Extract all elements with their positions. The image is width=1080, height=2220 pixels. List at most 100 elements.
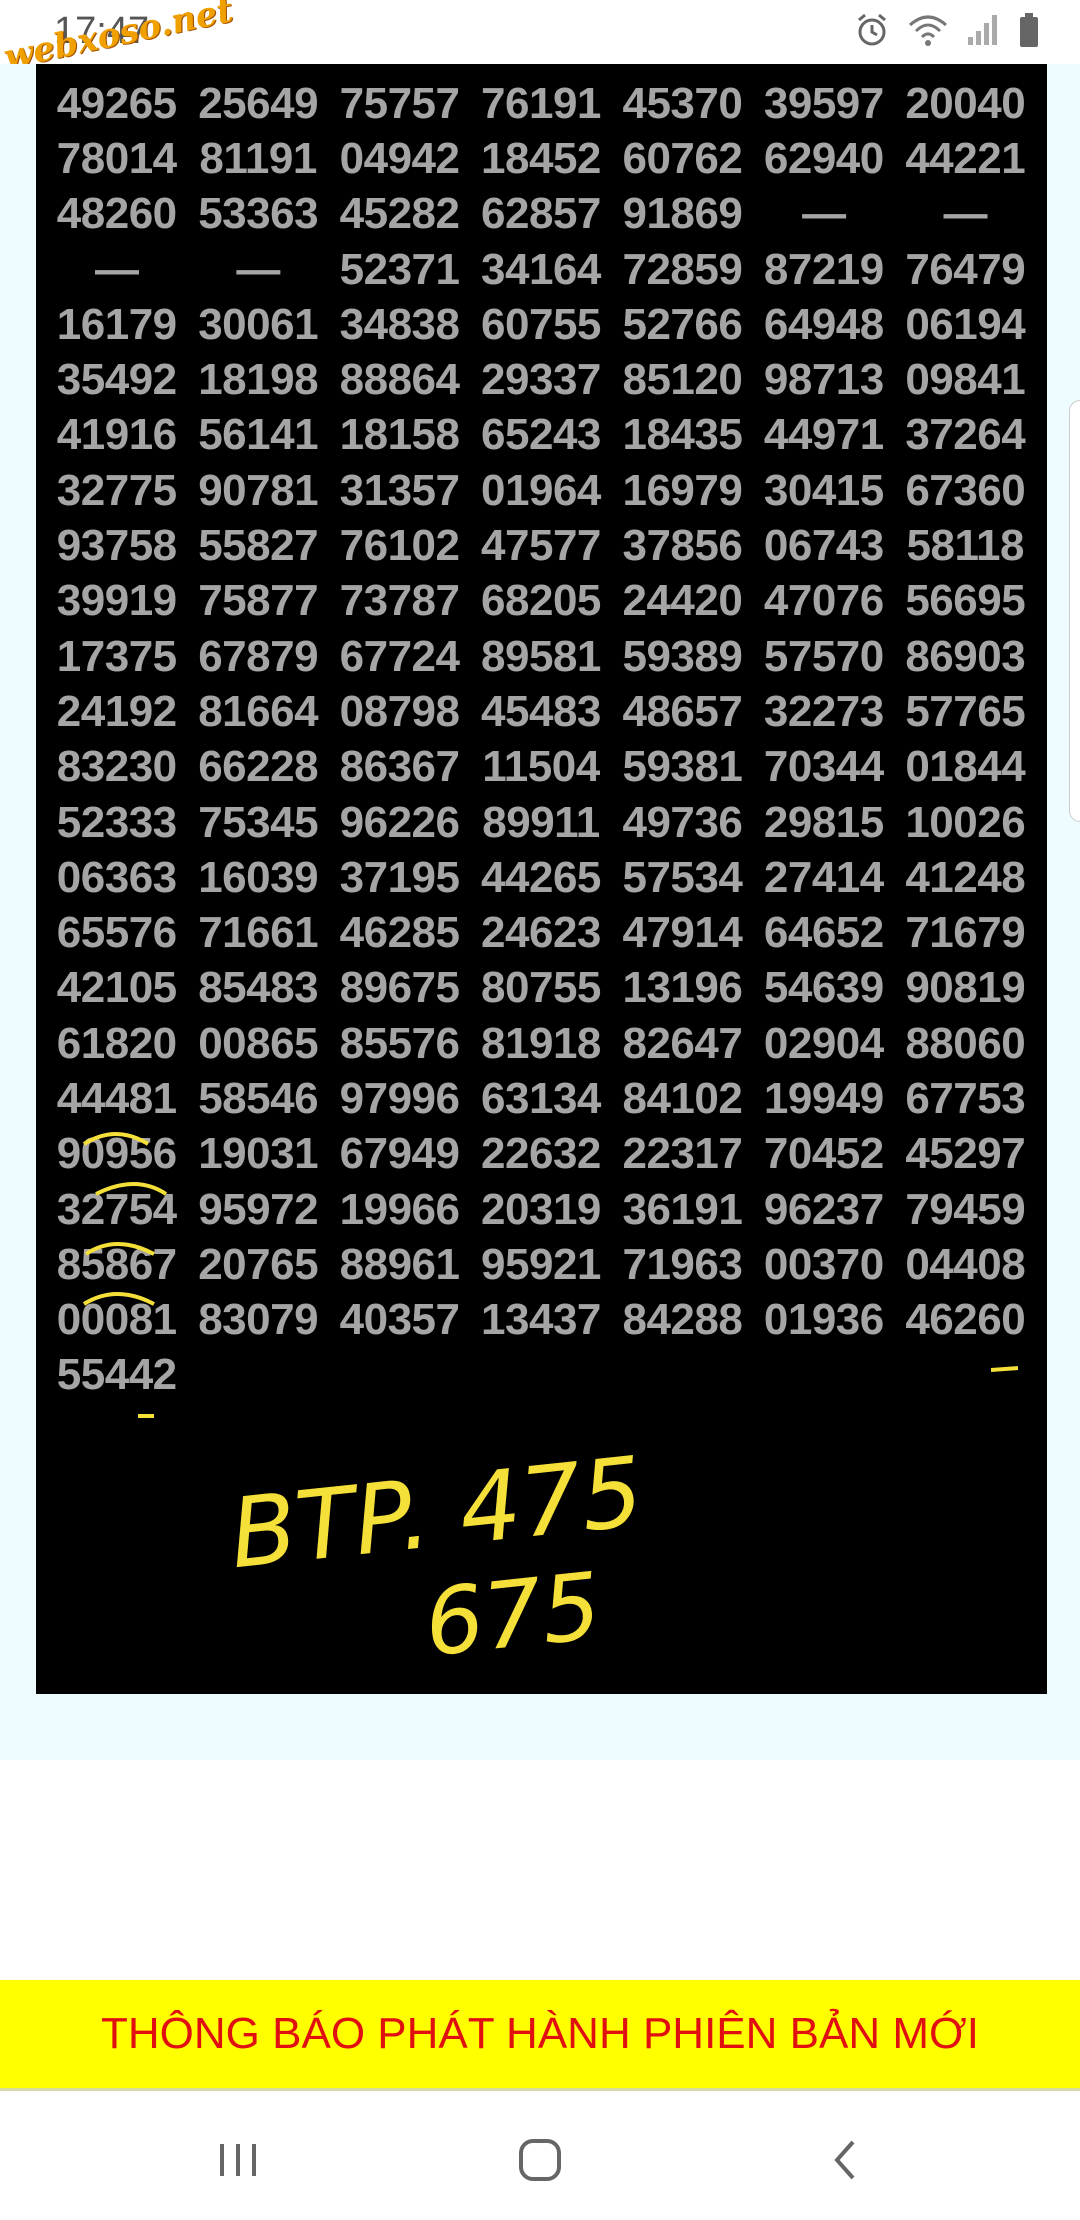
home-button[interactable] bbox=[505, 2130, 575, 2190]
lottery-row: 41916 56141 18158 65243 18435 44971 37264 bbox=[46, 408, 1036, 463]
lottery-number: 76102 bbox=[339, 521, 460, 571]
lottery-number: 20319 bbox=[481, 1184, 601, 1234]
lottery-number: 01844 bbox=[905, 742, 1026, 792]
lottery-row: 42105 85483 89675 80755 13196 54639 90819 bbox=[46, 961, 1036, 1016]
lottery-number: 75877 bbox=[198, 576, 319, 626]
new-version-notice-text[interactable]: THÔNG BÁO PHÁT HÀNH PHIÊN BẢN MỚI bbox=[101, 2009, 979, 2059]
lottery-number: 09841 bbox=[905, 355, 1026, 405]
lottery-number: 24623 bbox=[481, 908, 601, 958]
lottery-row: 61820 00865 85576 81918 82647 02904 88060 bbox=[46, 1016, 1036, 1071]
scroll-handle[interactable] bbox=[1069, 400, 1080, 822]
lottery-row: 83230 66228 86367 11504 59381 70344 01844 bbox=[46, 740, 1036, 795]
lottery-number: 70344 bbox=[763, 742, 884, 792]
recent-apps-button[interactable] bbox=[203, 2130, 273, 2190]
lottery-number: 65576 bbox=[56, 908, 177, 958]
lottery-number: 84288 bbox=[622, 1295, 743, 1345]
battery-icon bbox=[1020, 13, 1038, 47]
lottery-number: 59389 bbox=[622, 631, 743, 681]
lottery-number: 67753 bbox=[905, 1073, 1026, 1123]
lottery-number: 00081 bbox=[56, 1295, 177, 1345]
lottery-number: 85867 bbox=[56, 1239, 177, 1289]
lottery-number: 93758 bbox=[56, 521, 177, 571]
lottery-number: 13437 bbox=[481, 1295, 601, 1345]
back-button[interactable] bbox=[810, 2130, 880, 2190]
lottery-number: 41916 bbox=[56, 410, 177, 460]
lottery-number: 96226 bbox=[339, 797, 460, 847]
lottery-number: 83230 bbox=[56, 742, 177, 792]
recent-apps-icon bbox=[220, 2144, 256, 2176]
lottery-number: 98713 bbox=[763, 355, 884, 405]
lottery-number: 44971 bbox=[763, 410, 884, 460]
lottery-number: 62857 bbox=[481, 189, 601, 239]
lottery-number: 01936 bbox=[763, 1295, 884, 1345]
lottery-row: 06363 16039 37195 44265 57534 27414 41248 bbox=[46, 850, 1036, 905]
lottery-number: 87219 bbox=[763, 244, 884, 294]
lottery-number: 57570 bbox=[763, 631, 884, 681]
lottery-number: 67949 bbox=[339, 1129, 460, 1179]
lottery-row: 48260 53363 45282 62857 91869 — — bbox=[46, 187, 1036, 242]
lottery-row: 39919 75877 73787 68205 24420 47076 56695 bbox=[46, 574, 1036, 629]
lottery-number: 53363 bbox=[198, 189, 319, 239]
lottery-number: 39919 bbox=[56, 576, 177, 626]
lottery-number: 44481 bbox=[56, 1073, 177, 1123]
lottery-number: 81191 bbox=[199, 133, 317, 183]
lottery-number: 27414 bbox=[763, 852, 884, 902]
lottery-number: 64652 bbox=[763, 908, 884, 958]
lottery-number: — bbox=[94, 244, 139, 294]
lottery-number: 90781 bbox=[198, 465, 319, 515]
lottery-number: 88961 bbox=[339, 1239, 460, 1289]
lottery-number: 44265 bbox=[481, 852, 601, 902]
lottery-number: 32273 bbox=[763, 686, 884, 736]
lottery-number: 97996 bbox=[339, 1073, 460, 1123]
lottery-number: 66228 bbox=[198, 742, 319, 792]
lottery-number: 45370 bbox=[622, 78, 743, 128]
lottery-number: 47577 bbox=[481, 521, 601, 571]
lottery-number: 71661 bbox=[198, 908, 319, 958]
lottery-number: 39597 bbox=[763, 78, 884, 128]
lottery-number: 18435 bbox=[622, 410, 743, 460]
signal-icon bbox=[968, 15, 997, 45]
lottery-number: 65243 bbox=[481, 410, 601, 460]
lottery-number: 46260 bbox=[905, 1295, 1026, 1345]
lottery-number: 00370 bbox=[763, 1239, 884, 1289]
lottery-number: 29815 bbox=[763, 797, 884, 847]
lottery-number: 49265 bbox=[56, 78, 177, 128]
lottery-number: 16179 bbox=[56, 299, 177, 349]
lottery-number: 90956 bbox=[56, 1129, 177, 1179]
lottery-number-grid: 49265 25649 75757 76191 45370 39597 20040 78014… bbox=[46, 64, 1036, 1403]
new-version-notice-bar[interactable]: THÔNG BÁO PHÁT HÀNH PHIÊN BẢN MỚI bbox=[0, 1980, 1080, 2091]
lottery-number: 62940 bbox=[763, 133, 884, 183]
lottery-number: 86367 bbox=[339, 742, 460, 792]
lottery-row: 65576 71661 46285 24623 47914 64652 71679 bbox=[46, 905, 1036, 960]
lottery-number: 45483 bbox=[481, 686, 601, 736]
lottery-number: 75345 bbox=[198, 797, 319, 847]
lottery-number: 00865 bbox=[198, 1018, 319, 1068]
lottery-number: 56695 bbox=[905, 576, 1026, 626]
lottery-number: 67724 bbox=[339, 631, 460, 681]
lottery-row: 85867 20765 88961 95921 71963 00370 04408 bbox=[46, 1237, 1036, 1292]
lottery-number: 49736 bbox=[622, 797, 743, 847]
lottery-number: 59381 bbox=[622, 742, 743, 792]
lottery-number: 76479 bbox=[905, 244, 1026, 294]
lottery-row: 93758 55827 76102 47577 37856 06743 58118 bbox=[46, 518, 1036, 573]
lottery-number: 25649 bbox=[198, 78, 319, 128]
lottery-number: 52333 bbox=[56, 797, 177, 847]
lottery-number: 16039 bbox=[198, 852, 319, 902]
lottery-number: 86903 bbox=[905, 631, 1026, 681]
lottery-number: 88060 bbox=[905, 1018, 1026, 1068]
lottery-number: 06194 bbox=[905, 299, 1026, 349]
wifi-icon bbox=[909, 15, 947, 46]
lottery-number: 89911 bbox=[482, 797, 600, 847]
lottery-row: 32775 90781 31357 01964 16979 30415 67360 bbox=[46, 463, 1036, 518]
lottery-number: 52371 bbox=[339, 244, 460, 294]
lottery-number: 85576 bbox=[339, 1018, 460, 1068]
lottery-row: 35492 18198 88864 29337 85120 98713 09841 bbox=[46, 352, 1036, 407]
lottery-number: 37264 bbox=[905, 410, 1026, 460]
lottery-number: 29337 bbox=[481, 355, 601, 405]
lottery-number: 78014 bbox=[56, 133, 177, 183]
lottery-number: — bbox=[802, 189, 846, 239]
lottery-number: 32775 bbox=[56, 465, 177, 515]
lottery-number: 19966 bbox=[339, 1184, 460, 1234]
lottery-number: 56141 bbox=[198, 410, 319, 460]
lottery-number: 47914 bbox=[622, 908, 743, 958]
